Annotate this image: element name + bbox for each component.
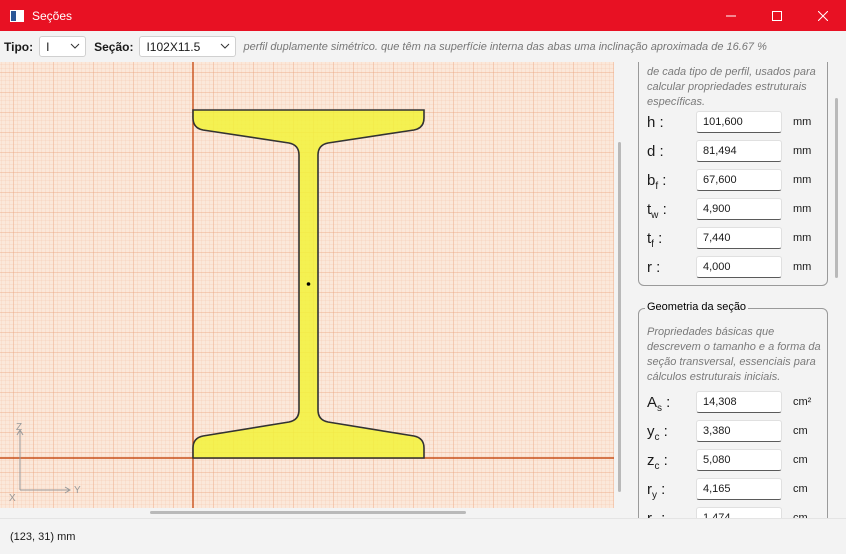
geometry-group: Geometria da seção Propriedades básicas … [638,301,831,518]
panel-scrollbar[interactable] [835,98,838,518]
prop-bf: bf : 67,600 mm [647,169,831,192]
prop-yc: yc : 3,380 cm [647,420,831,443]
title-bar[interactable]: Seções [0,0,846,31]
chevron-down-icon [221,43,230,49]
close-icon [818,10,828,21]
scrollbar-thumb[interactable] [150,511,466,514]
prop-zc-field[interactable]: 5,080 [696,449,782,471]
app-icon [10,9,24,22]
prop-as: As : 14,308 cm² [647,391,831,414]
prop-as-field[interactable]: 14,308 [696,391,782,413]
canvas-vertical-scrollbar[interactable] [617,62,623,518]
prop-r: r : 4,000 mm [647,256,831,278]
group-description: Propriedades básicas que descrevem o tam… [647,326,821,383]
secao-select[interactable]: I102X11.5 [139,36,237,57]
prop-rz: rz : 1,474 cm [647,507,831,518]
secao-label: Seção: [94,39,134,54]
cursor-coordinates: (123, 31) mm [10,530,76,543]
scrollbar-thumb[interactable] [835,98,838,278]
prop-d: d : 81,494 mm [647,140,831,162]
close-button[interactable] [800,0,846,31]
prop-zc: zc : 5,080 cm [647,449,831,472]
status-bar: (123, 31) mm [0,518,846,554]
tipo-label: Tipo: [4,39,34,54]
properties-panel: de cada tipo de perfil, usados para calc… [627,62,841,518]
secao-value: I102X11.5 [146,39,201,54]
prop-tf-field[interactable]: 7,440 [696,227,782,249]
drawing-canvas[interactable]: Z Y X [0,62,614,508]
group-title: Geometria da seção [645,301,749,313]
centroid-point [306,282,311,286]
maximize-icon [772,10,782,21]
group-description: de cada tipo de perfil, usados para calc… [647,66,816,108]
canvas-horizontal-scrollbar[interactable] [0,508,614,518]
prop-yc-field[interactable]: 3,380 [696,420,782,442]
dimensions-group: de cada tipo de perfil, usados para calc… [638,62,828,286]
prop-h-field[interactable]: 101,600 [696,111,782,133]
window-title: Seções [32,8,73,23]
toolbar: Tipo: I Seção: I102X11.5 perfil duplamen… [0,31,846,62]
prop-ry: ry : 4,165 cm [647,478,831,501]
tipo-select[interactable]: I [39,36,87,57]
maximize-button[interactable] [754,0,800,31]
section-description: perfil duplamente simétrico. que têm na … [243,40,767,53]
app-window: Seções Tipo: I Seção: I102X11.5 perfil d… [0,0,846,554]
prop-ry-field[interactable]: 4,165 [696,478,782,500]
prop-tw: tw : 4,900 mm [647,198,831,221]
prop-h: h : 101,600 mm [647,111,831,133]
prop-r-field[interactable]: 4,000 [696,256,782,278]
tipo-value: I [46,39,50,54]
prop-tf: tf : 7,440 mm [647,227,831,250]
minimize-icon [726,15,736,16]
section-drawing[interactable]: Z Y X [0,62,614,508]
prop-bf-field[interactable]: 67,600 [696,169,782,191]
axis-z-label: Z [16,422,22,433]
prop-rz-field[interactable]: 1,474 [696,507,782,518]
prop-tw-field[interactable]: 4,900 [696,198,782,220]
axis-y-label: Y [74,485,81,496]
minimize-button[interactable] [708,0,754,31]
chevron-down-icon [70,43,80,49]
axis-x-label: X [9,493,16,504]
scrollbar-thumb[interactable] [618,142,621,492]
prop-d-field[interactable]: 81,494 [696,140,782,162]
